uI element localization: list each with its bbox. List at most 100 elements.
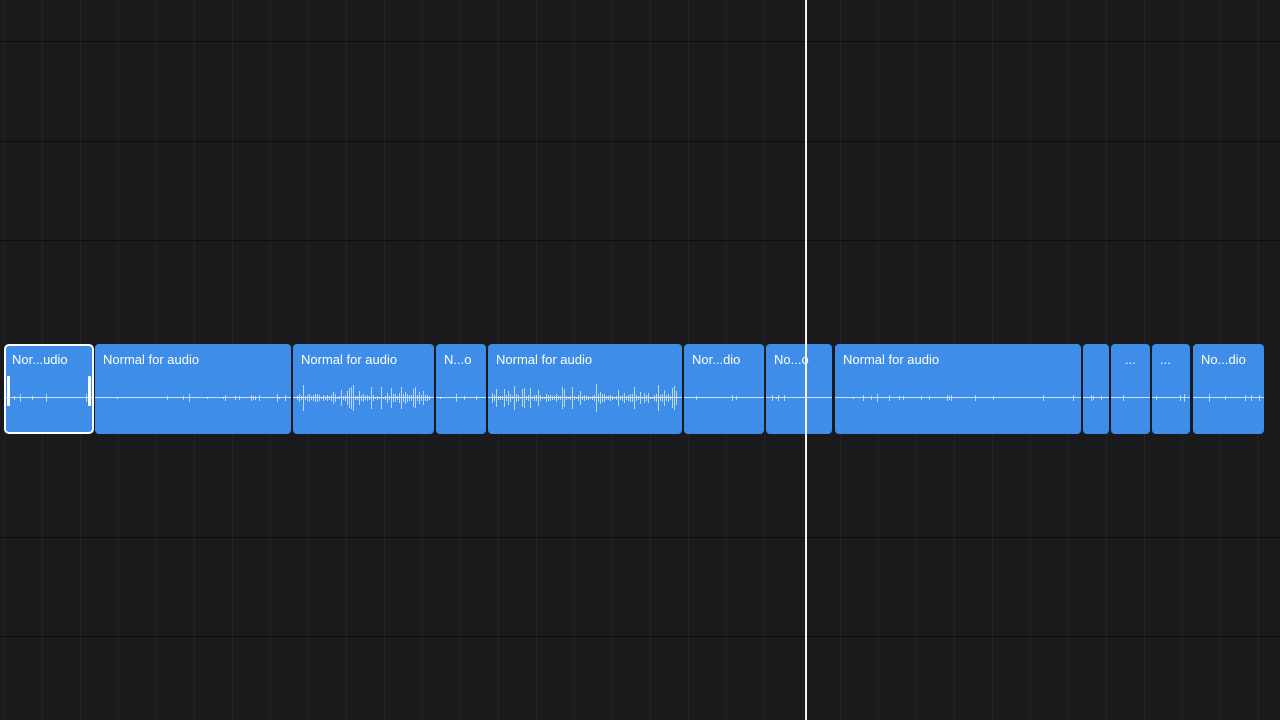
waveform-peak	[596, 384, 597, 412]
waveform-peak	[323, 395, 324, 401]
waveform-peak	[1123, 394, 1124, 402]
clip-title: ...	[1125, 352, 1136, 367]
waveform-peak	[632, 394, 633, 402]
waveform-peak	[784, 395, 785, 401]
waveform-peaks	[488, 384, 682, 412]
playhead[interactable]	[805, 0, 807, 720]
waveform-peak	[506, 394, 507, 402]
clip-title: Normal for audio	[103, 352, 200, 367]
waveform-peak	[339, 396, 340, 400]
waveform-peak	[586, 395, 587, 401]
clip-title: No...dio	[1201, 352, 1246, 367]
waveform-peak	[46, 394, 47, 402]
audio-clip-selected[interactable]: Nor...udio	[4, 344, 94, 434]
waveform-peak	[863, 394, 864, 402]
audio-clip[interactable]	[1083, 344, 1109, 434]
waveform-peak	[313, 394, 314, 402]
track-divider	[0, 41, 1280, 42]
audio-clip[interactable]: ...	[1152, 344, 1190, 434]
waveform-peak	[329, 395, 330, 401]
waveform-peak	[307, 394, 308, 402]
audio-clip[interactable]: ...	[1111, 344, 1150, 434]
waveform-peak	[512, 396, 513, 400]
audio-clip[interactable]: Normal for audio	[95, 344, 291, 434]
waveform-peak	[510, 394, 511, 402]
waveform-peak	[558, 395, 559, 401]
waveform-peak	[373, 395, 374, 401]
waveform-peak	[321, 396, 322, 400]
timeline-area[interactable]: Nor...udio Normal for audio Normal for a…	[0, 0, 1280, 720]
waveform-peak	[395, 394, 396, 402]
audio-clip[interactable]: Normal for audio	[835, 344, 1081, 434]
waveform-peak	[14, 396, 15, 400]
waveform-peak	[650, 396, 651, 400]
waveform-peak	[560, 395, 561, 401]
waveform-peak	[315, 394, 316, 402]
waveform-peak	[736, 395, 737, 401]
waveform-peak	[375, 396, 376, 400]
waveform-peak	[530, 387, 531, 409]
waveform-peak	[391, 388, 392, 408]
waveform-peak	[552, 396, 553, 400]
waveform-peak	[672, 387, 673, 409]
waveform-peak	[367, 395, 368, 401]
clip-title: No...o	[774, 352, 809, 367]
waveform-peak	[379, 396, 380, 400]
waveform-peak	[588, 395, 589, 401]
waveform-peak	[542, 396, 543, 400]
waveform-peak	[279, 396, 280, 400]
waveform-peak	[20, 394, 21, 402]
waveform-peak	[570, 395, 571, 401]
audio-clip[interactable]: Normal for audio	[488, 344, 682, 434]
waveform-peaks	[1193, 384, 1264, 412]
waveform-peak	[606, 395, 607, 401]
waveform-peak	[413, 388, 414, 408]
waveform-peak	[223, 396, 224, 400]
audio-clip[interactable]: Nor...dio	[684, 344, 764, 434]
waveform-peak	[207, 396, 208, 400]
waveform-peak	[628, 395, 629, 401]
waveform-peak	[1184, 394, 1185, 402]
waveform-peak	[335, 394, 336, 402]
waveform-peak	[508, 390, 509, 406]
waveform-peak	[524, 388, 525, 408]
waveform-peak	[355, 395, 356, 401]
waveform-peak	[399, 393, 400, 403]
waveform-peak	[556, 394, 557, 402]
waveform-peak	[626, 396, 627, 400]
waveform-peak	[622, 395, 623, 401]
waveform-peak	[520, 396, 521, 400]
waveform-peak	[776, 396, 777, 400]
waveform-peak	[546, 394, 547, 402]
waveform-peak	[309, 394, 310, 402]
waveform-peak	[377, 396, 378, 400]
waveform-peak	[648, 392, 649, 404]
waveform-peak	[440, 396, 441, 400]
waveform-peak	[947, 394, 948, 402]
audio-clip[interactable]: N...o	[436, 344, 486, 434]
audio-clip[interactable]: No...dio	[1193, 344, 1264, 434]
waveform-peak	[343, 395, 344, 401]
audio-clip[interactable]: Normal for audio	[293, 344, 434, 434]
waveform-peaks	[835, 384, 1081, 412]
audio-track: Nor...udio Normal for audio Normal for a…	[0, 344, 1280, 434]
waveform-peak	[993, 395, 994, 401]
waveform-peak	[277, 394, 278, 402]
waveform-peak	[504, 388, 505, 408]
waveform-peak	[417, 395, 418, 401]
waveform-peak	[189, 394, 190, 402]
waveform-peak	[646, 395, 647, 401]
waveform-peak	[285, 395, 286, 401]
waveform-peak	[668, 394, 669, 402]
waveform-peak	[183, 395, 184, 401]
waveform-peak	[544, 396, 545, 400]
waveform-peak	[598, 394, 599, 402]
waveform-peak	[331, 394, 332, 402]
waveform-peak	[612, 395, 613, 401]
waveform-peaks	[766, 384, 832, 412]
clip-title: N...o	[444, 352, 472, 367]
audio-clip[interactable]: No...o	[766, 344, 832, 434]
waveform-peak	[903, 396, 904, 400]
waveform-peak	[500, 395, 501, 400]
waveform-peak	[572, 386, 573, 410]
